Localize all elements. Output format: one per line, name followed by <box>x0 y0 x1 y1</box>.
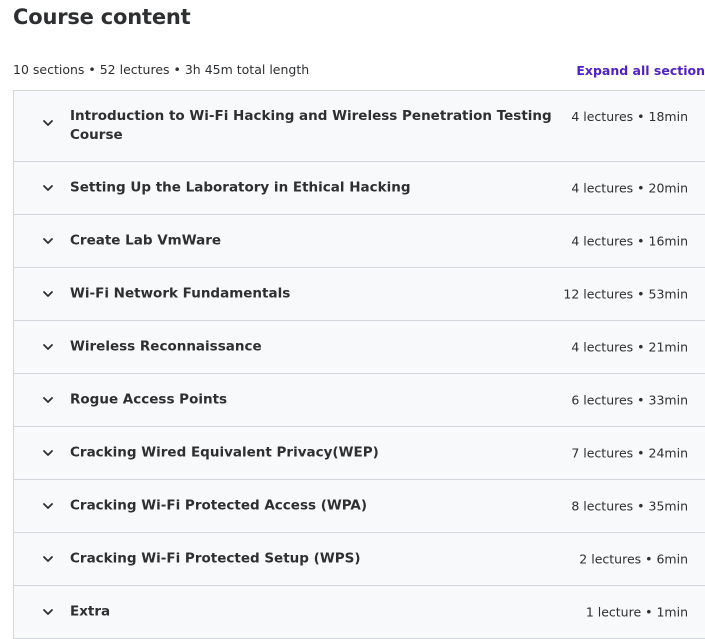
section-lecture-info: 4 lectures • 16min <box>571 233 688 249</box>
section-row[interactable]: Cracking Wired Equivalent Privacy(WEP) 7… <box>14 427 705 480</box>
chevron-down-icon <box>42 606 54 618</box>
section-lecture-info: 7 lectures • 24min <box>571 445 688 461</box>
section-title: Rogue Access Points <box>70 391 228 408</box>
section-lecture-info: 4 lectures • 18min <box>571 109 688 124</box>
chevron-down-icon <box>42 394 54 406</box>
sections-accordion: Introduction to Wi-Fi Hacking and Wirele… <box>13 90 705 639</box>
section-title: Wireless Reconnaissance <box>70 338 262 355</box>
section-row[interactable]: Wireless Reconnaissance 4 lectures • 21m… <box>14 321 705 374</box>
chevron-down-icon <box>42 341 54 353</box>
section-row[interactable]: Cracking Wi-Fi Protected Setup (WPS) 2 l… <box>14 533 705 586</box>
section-lecture-info: 2 lectures • 6min <box>579 551 688 567</box>
section-title: Setting Up the Laboratory in Ethical Hac… <box>70 179 411 196</box>
section-row[interactable]: Setting Up the Laboratory in Ethical Hac… <box>14 162 705 215</box>
chevron-down-icon <box>42 447 54 459</box>
chevron-down-icon <box>42 182 54 194</box>
section-lecture-info: 8 lectures • 35min <box>571 498 688 514</box>
section-title: Introduction to Wi-Fi Hacking and Wirele… <box>70 108 552 143</box>
course-summary: 10 sections • 52 lectures • 3h 45m total… <box>13 62 310 77</box>
course-content-panel: Course content 10 sections • 52 lectures… <box>0 0 705 639</box>
section-title: Cracking Wi-Fi Protected Access (WPA) <box>70 497 368 514</box>
chevron-down-icon <box>42 288 54 300</box>
section-lecture-info: 4 lectures • 20min <box>571 180 688 196</box>
section-title: Cracking Wi-Fi Protected Setup (WPS) <box>70 550 361 567</box>
section-lecture-info: 4 lectures • 21min <box>571 339 688 355</box>
course-meta-row: 10 sections • 52 lectures • 3h 45m total… <box>13 62 705 80</box>
expand-all-sections-button[interactable]: Expand all section <box>576 63 705 78</box>
chevron-down-icon <box>42 235 54 247</box>
chevron-down-icon <box>42 553 54 565</box>
section-row[interactable]: Extra 1 lecture • 1min <box>14 586 705 639</box>
page-title: Course content <box>13 5 191 29</box>
section-row[interactable]: Wi-Fi Network Fundamentals 12 lectures •… <box>14 268 705 321</box>
section-row[interactable]: Introduction to Wi-Fi Hacking and Wirele… <box>14 91 705 162</box>
chevron-down-icon <box>42 500 54 512</box>
section-lecture-info: 12 lectures • 53min <box>563 286 688 302</box>
section-lecture-info: 6 lectures • 33min <box>571 392 688 408</box>
section-row[interactable]: Cracking Wi-Fi Protected Access (WPA) 8 … <box>14 480 705 533</box>
section-title: Wi-Fi Network Fundamentals <box>70 285 291 302</box>
section-title: Cracking Wired Equivalent Privacy(WEP) <box>70 444 379 461</box>
section-title: Extra <box>70 603 111 620</box>
section-title: Create Lab VmWare <box>70 232 222 249</box>
chevron-down-icon <box>42 117 54 129</box>
section-row[interactable]: Create Lab VmWare 4 lectures • 16min <box>14 215 705 268</box>
section-row[interactable]: Rogue Access Points 6 lectures • 33min <box>14 374 705 427</box>
section-lecture-info: 1 lecture • 1min <box>585 604 688 620</box>
